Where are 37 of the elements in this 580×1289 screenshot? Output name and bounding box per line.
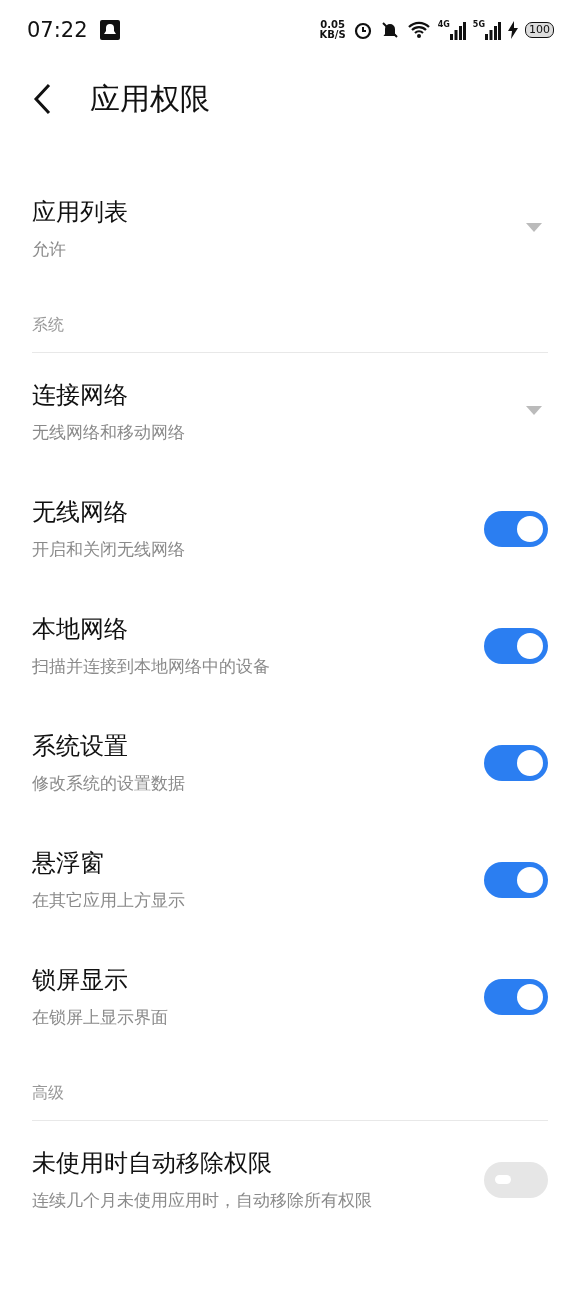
toggle-switch[interactable]	[484, 1161, 548, 1198]
toggle-switch[interactable]	[484, 627, 548, 664]
charging-icon	[508, 21, 518, 39]
toggle-switch[interactable]	[484, 510, 548, 547]
setting-subtitle: 无线网络和移动网络	[32, 421, 185, 444]
setting-title: 本地网络	[32, 614, 129, 645]
signal-icon	[449, 20, 466, 40]
mute-bell-icon	[379, 20, 400, 40]
setting-title: 应用列表	[32, 197, 128, 228]
toggle-switch[interactable]	[484, 861, 548, 898]
page-title: 应用权限	[90, 79, 210, 118]
section-heading: 系统	[32, 315, 64, 334]
setting-subtitle: 修改系统的设置数据	[32, 772, 185, 795]
wifi-icon	[406, 20, 431, 40]
network-type: 5G	[472, 20, 485, 29]
toggle-switch[interactable]	[484, 744, 548, 781]
alarm-icon	[352, 20, 373, 40]
toggle-switch[interactable]	[484, 978, 548, 1015]
setting-subtitle: 扫描并连接到本地网络中的设备	[32, 655, 270, 678]
setting-subtitle: 在锁屏上显示界面	[32, 1006, 168, 1029]
setting-title: 悬浮窗	[32, 848, 105, 879]
setting-title: 系统设置	[32, 731, 129, 762]
setting-subtitle: 开启和关闭无线网络	[32, 538, 185, 561]
network-type: 4G	[437, 20, 450, 29]
signal-icon	[485, 20, 501, 40]
network-speed: 0.05 KB/S	[319, 20, 346, 40]
setting-subtitle: 允许	[32, 238, 67, 261]
setting-subtitle: 连续几个月未使用应用时，自动移除所有权限	[32, 1189, 372, 1212]
app-notification-icon	[99, 20, 120, 40]
setting-title: 锁屏显示	[32, 965, 129, 996]
setting-title: 连接网络	[32, 380, 129, 411]
setting-title: 无线网络	[32, 497, 129, 528]
setting-title: 未使用时自动移除权限	[32, 1148, 273, 1179]
setting-subtitle: 在其它应用上方显示	[32, 889, 185, 912]
battery-level: 100	[525, 22, 554, 38]
section-heading: 高级	[32, 1083, 64, 1102]
status-time: 07:22	[27, 18, 88, 42]
